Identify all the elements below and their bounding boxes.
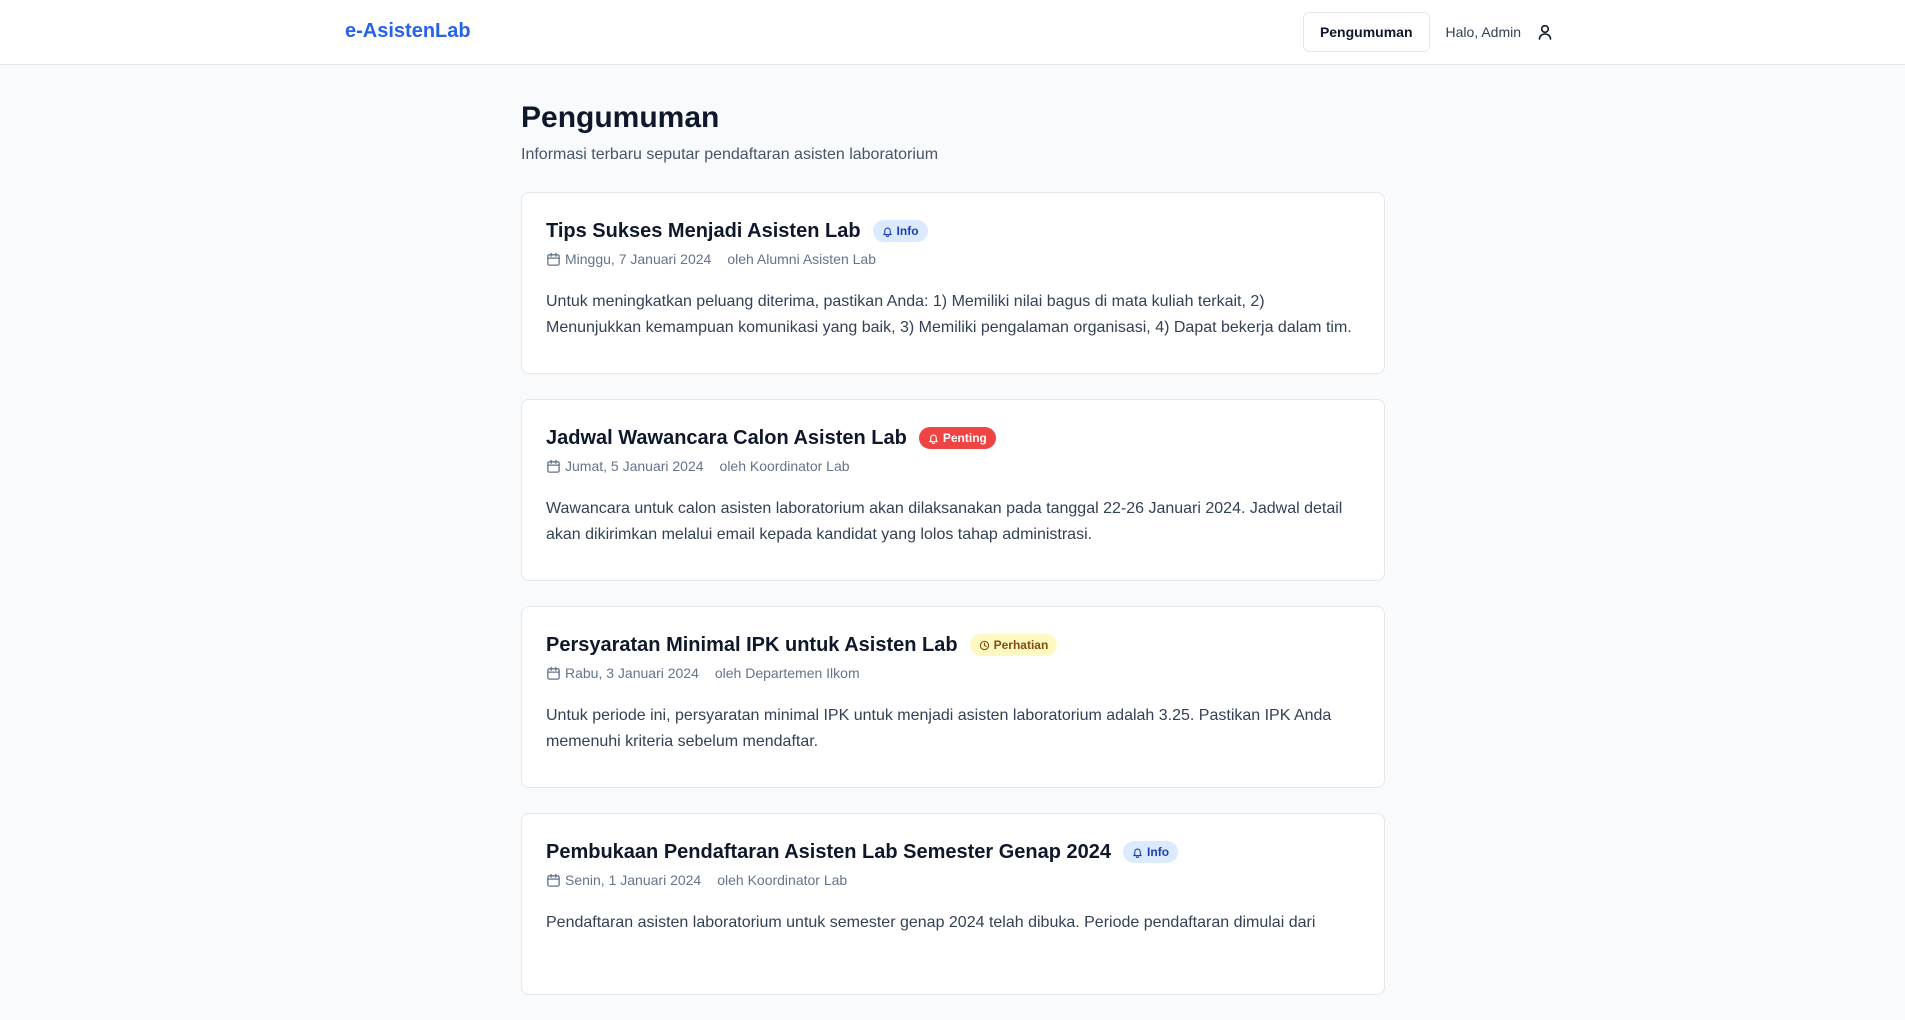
announcement-body: Pendaftaran asisten laboratorium untuk s… <box>546 914 1316 931</box>
nav-right: Pengumuman Halo, Admin <box>1302 12 1555 52</box>
announcement-title[interactable]: Pembukaan Pendaftaran Asisten Lab Semest… <box>546 838 1111 866</box>
badge-label: Penting <box>942 431 987 445</box>
bell-icon <box>928 433 939 444</box>
clock-icon <box>979 640 990 651</box>
announcement-card[interactable]: Persyaratan Minimal IPK untuk Asisten La… <box>521 606 1385 788</box>
badge-label: Perhatian <box>993 638 1049 652</box>
announcement-card[interactable]: Jadwal Wawancara Calon Asisten Lab Penti… <box>521 399 1385 581</box>
announcement-title[interactable]: Tips Sukses Menjadi Asisten Lab <box>546 217 861 245</box>
announcement-card[interactable]: Pembukaan Pendaftaran Asisten Lab Semest… <box>521 813 1385 995</box>
announcement-title[interactable]: Jadwal Wawancara Calon Asisten Lab <box>546 424 907 452</box>
announcement-body: Wawancara untuk calon asisten laboratori… <box>546 500 1343 543</box>
announcement-date: Minggu, 7 Januari 2024 <box>565 251 712 267</box>
brand-logo[interactable]: e-AsistenLab <box>345 20 471 43</box>
page-subtitle: Informasi terbaru seputar pendaftaran as… <box>521 146 939 163</box>
announcements-nav-button[interactable]: Pengumuman <box>1302 12 1430 52</box>
announcement-body: Untuk periode ini, persyaratan minimal I… <box>546 707 1332 750</box>
announcement-badge: Info <box>872 220 928 242</box>
announcement-date: Senin, 1 Januari 2024 <box>565 872 702 888</box>
announcement-title[interactable]: Persyaratan Minimal IPK untuk Asisten La… <box>546 631 958 659</box>
calendar-icon <box>546 252 561 267</box>
bell-icon <box>882 226 893 237</box>
announcement-badge: Info <box>1123 841 1179 863</box>
badge-label: Info <box>1147 845 1170 859</box>
main-content: Pengumuman Informasi terbaru seputar pen… <box>521 65 1385 1020</box>
user-icon[interactable] <box>1535 22 1555 42</box>
badge-label: Info <box>896 224 919 238</box>
card-header: Pembukaan Pendaftaran Asisten Lab Semest… <box>546 838 1360 866</box>
calendar-icon <box>546 666 561 681</box>
announcement-badge: Perhatian <box>969 634 1058 656</box>
announcement-author: oleh Alumni Asisten Lab <box>727 251 876 267</box>
bell-icon <box>1132 847 1143 858</box>
calendar-icon <box>546 459 561 474</box>
user-greeting: Halo, Admin <box>1445 24 1521 40</box>
card-header: Tips Sukses Menjadi Asisten Lab Info <box>546 217 1360 245</box>
announcement-list: Tips Sukses Menjadi Asisten Lab Info Min… <box>521 192 1385 995</box>
announcement-author: oleh Departemen Ilkom <box>714 665 860 681</box>
announcement-badge: Penting <box>918 427 996 449</box>
announcement-body: Untuk meningkatkan peluang diterima, pas… <box>546 293 1352 336</box>
page-title: Pengumuman <box>521 101 720 134</box>
announcement-meta: Senin, 1 Januari 2024 oleh Koordinator L… <box>546 872 1360 888</box>
announcement-date: Jumat, 5 Januari 2024 <box>565 458 704 474</box>
calendar-icon <box>546 873 561 888</box>
card-header: Jadwal Wawancara Calon Asisten Lab Penti… <box>546 424 1360 452</box>
card-header: Persyaratan Minimal IPK untuk Asisten La… <box>546 631 1360 659</box>
announcement-meta: Rabu, 3 Januari 2024 oleh Departemen Ilk… <box>546 665 1360 681</box>
announcement-date: Rabu, 3 Januari 2024 <box>565 665 699 681</box>
navbar: e-AsistenLab Pengumuman Halo, Admin <box>0 0 1905 65</box>
announcement-meta: Minggu, 7 Januari 2024 oleh Alumni Asist… <box>546 251 1360 267</box>
announcement-card[interactable]: Tips Sukses Menjadi Asisten Lab Info Min… <box>521 192 1385 374</box>
announcement-author: oleh Koordinator Lab <box>719 458 850 474</box>
announcement-author: oleh Koordinator Lab <box>717 872 848 888</box>
announcement-meta: Jumat, 5 Januari 2024 oleh Koordinator L… <box>546 458 1360 474</box>
